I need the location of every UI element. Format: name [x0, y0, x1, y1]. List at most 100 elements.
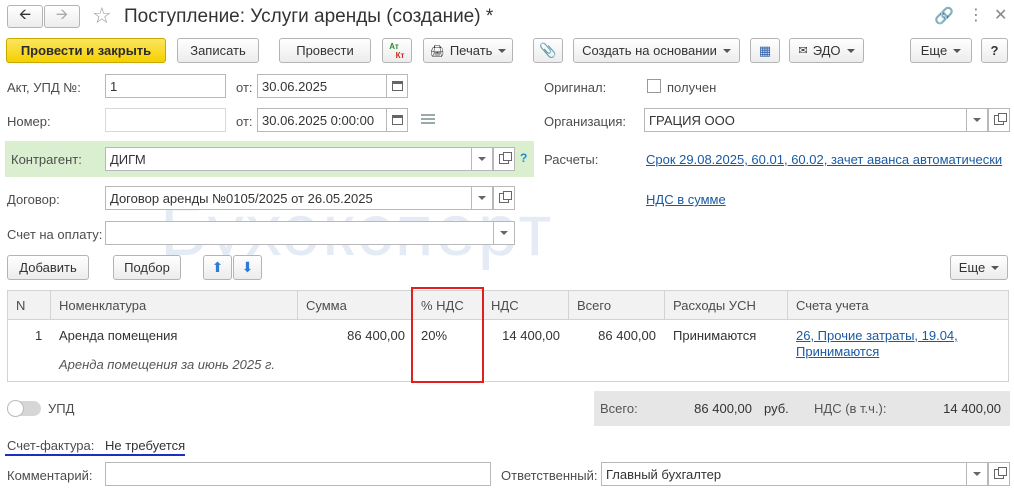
dt-kt-top-label: Ат [389, 41, 399, 51]
more-vertical-icon[interactable]: ⋮ [968, 5, 984, 25]
chevron-down-icon [478, 196, 486, 200]
number-date-calendar-button[interactable] [386, 108, 408, 132]
act-date-input[interactable]: 30.06.2025 [257, 74, 387, 98]
upd-toggle[interactable] [7, 400, 41, 417]
arrow-down-icon: ⬇ [241, 259, 254, 275]
act-date-from-label: от: [236, 80, 253, 95]
invoice-for-payment-input[interactable] [105, 221, 494, 245]
open-icon [994, 467, 1007, 479]
column-header-n[interactable]: N [8, 291, 50, 319]
invoice-for-payment-dropdown-button[interactable] [493, 221, 515, 245]
back-button[interactable]: 🡨 [7, 5, 43, 28]
more-label: Еще [920, 43, 948, 58]
act-number-input[interactable]: 1 [105, 74, 226, 98]
dt-kt-button[interactable]: Ат Кт [382, 38, 412, 63]
pick-button[interactable]: Подбор [113, 255, 181, 280]
act-date-calendar-button[interactable] [386, 74, 408, 98]
responsible-dropdown-button[interactable] [966, 462, 988, 486]
row-item[interactable]: Аренда помещения [59, 328, 177, 343]
number-label: Номер: [7, 114, 51, 129]
chevron-down-icon [500, 231, 508, 235]
organization-open-button[interactable] [988, 108, 1010, 132]
organization-dropdown-button[interactable] [966, 108, 988, 132]
invoice-underline-annotation [5, 454, 185, 456]
printer-icon: 🖨 [429, 43, 445, 58]
comment-lines-icon[interactable] [421, 114, 435, 124]
print-button[interactable]: 🖨 Печать [423, 38, 513, 63]
table-row[interactable]: 1 Аренда помещения Аренда помещения за и… [7, 320, 1009, 382]
column-header-total[interactable]: Всего [568, 291, 664, 319]
comment-input[interactable] [105, 462, 491, 486]
structure-button[interactable]: ▦ [750, 38, 780, 63]
row-item-description[interactable]: Аренда помещения за июнь 2025 г. [59, 357, 275, 372]
row-vat[interactable]: 14 400,00 [482, 328, 560, 343]
table-more-label: Еще [958, 260, 986, 275]
post-and-close-button[interactable]: Провести и закрыть [6, 38, 166, 63]
help-question-icon[interactable]: ? [520, 151, 527, 165]
arrow-up-icon: ⬆ [211, 259, 224, 275]
open-icon [499, 191, 512, 203]
invoice-for-payment-label: Счет на оплату: [7, 227, 103, 242]
invoice-label: Счет-фактура: [7, 438, 95, 453]
table-more-button[interactable]: Еще [950, 255, 1008, 280]
help-button[interactable]: ? [981, 38, 1008, 63]
attachment-button[interactable]: 📎 [533, 38, 563, 63]
column-header-item[interactable]: Номенклатура [50, 291, 297, 319]
settlements-link[interactable]: Срок 29.08.2025, 60.01, 60.02, зачет ава… [646, 152, 1002, 167]
responsible-label: Ответственный: [501, 468, 598, 483]
edo-icon: ✉ [798, 45, 808, 57]
row-usn-expenses[interactable]: Принимаются [673, 328, 756, 343]
responsible-open-button[interactable] [988, 462, 1010, 486]
column-header-sum[interactable]: Сумма [297, 291, 412, 319]
favorite-star-icon[interactable]: ☆ [92, 3, 112, 29]
print-button-label: Печать [449, 43, 493, 58]
contract-input[interactable]: Договор аренды №0105/2025 от 26.05.2025 [105, 186, 472, 210]
link-icon[interactable]: 🔗 [934, 6, 954, 26]
counterparty-dropdown-button[interactable] [471, 147, 493, 171]
currency-label: руб. [764, 401, 789, 416]
row-accounts-link[interactable]: 26, Прочие затраты, 19.04, [796, 328, 958, 343]
vat-rate-highlight-box [411, 287, 484, 383]
save-button[interactable]: Записать [177, 38, 259, 63]
organization-label: Организация: [544, 114, 627, 129]
upd-label: УПД [48, 401, 75, 416]
toggle-knob [7, 400, 24, 417]
forward-button[interactable]: 🡪 [44, 5, 80, 28]
column-header-accounts[interactable]: Счета учета [787, 291, 1004, 319]
row-number: 1 [35, 328, 43, 343]
create-based-on-button[interactable]: Создать на основании [573, 38, 740, 63]
vat-in-sum-link[interactable]: НДС в сумме [646, 192, 726, 207]
total-vat-label: НДС (в т.ч.): [814, 401, 887, 416]
number-input[interactable] [105, 108, 226, 132]
row-accounts-link-line2[interactable]: Принимаются [796, 344, 879, 359]
counterparty-label: Контрагент: [11, 152, 82, 167]
responsible-input[interactable]: Главный бухгалтер [601, 462, 967, 486]
total-vat-value: 14 400,00 [943, 401, 1001, 416]
received-checkbox[interactable] [647, 79, 661, 93]
contract-open-button[interactable] [493, 186, 515, 210]
row-total[interactable]: 86 400,00 [568, 328, 656, 343]
post-button[interactable]: Провести [279, 38, 371, 63]
open-icon [499, 152, 512, 164]
move-up-button[interactable]: ⬆ [203, 255, 232, 280]
received-label: получен [667, 80, 717, 95]
number-date-input[interactable]: 30.06.2025 0:00:00 [257, 108, 387, 132]
add-row-button[interactable]: Добавить [7, 255, 89, 280]
move-down-button[interactable]: ⬇ [233, 255, 262, 280]
counterparty-open-button[interactable] [493, 147, 515, 171]
row-sum[interactable]: 86 400,00 [297, 328, 405, 343]
close-icon[interactable]: ✕ [994, 5, 1007, 25]
calendar-icon [391, 115, 403, 125]
invoice-status-link[interactable]: Не требуется [105, 438, 185, 453]
more-button[interactable]: Еще [910, 38, 972, 63]
edo-button[interactable]: ✉ ЭДО [789, 38, 864, 63]
contract-label: Договор: [7, 192, 60, 207]
contract-dropdown-button[interactable] [471, 186, 493, 210]
counterparty-input[interactable]: ДИГМ [105, 147, 472, 171]
page-title: Поступление: Услуги аренды (создание) * [124, 6, 494, 27]
total-label: Всего: [600, 401, 638, 416]
column-header-usn-expenses[interactable]: Расходы УСН [664, 291, 787, 319]
organization-input[interactable]: ГРАЦИЯ ООО [644, 108, 967, 132]
total-value: 86 400,00 [694, 401, 752, 416]
column-header-vat[interactable]: НДС [482, 291, 568, 319]
